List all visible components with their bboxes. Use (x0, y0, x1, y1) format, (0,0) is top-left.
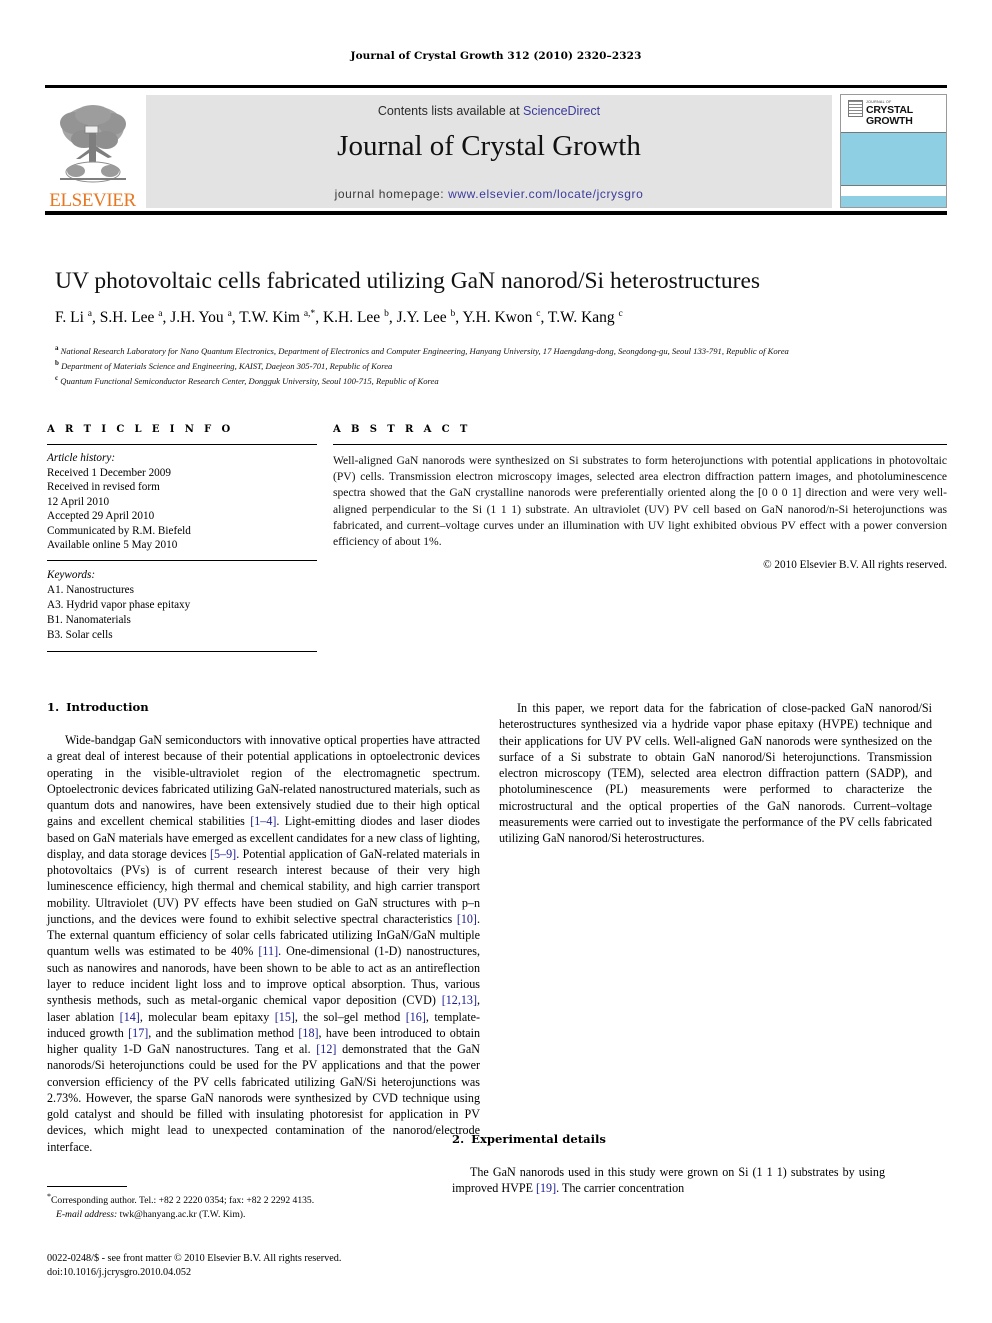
keywords-label: Keywords: (47, 568, 96, 581)
info-abstract-panel: A R T I C L E I N F O Article history: R… (47, 424, 947, 652)
article-history: Article history: Received 1 December 200… (47, 445, 317, 553)
article-history-item: Accepted 29 April 2010 (47, 510, 155, 523)
corresponding-author-footnote: *Corresponding author. Tel.: +82 2 2220 … (47, 1186, 480, 1221)
page-title: UV photovoltaic cells fabricated utilizi… (55, 268, 761, 294)
email-line[interactable]: E-mail address: twk@hanyang.ac.kr (T.W. … (47, 1208, 480, 1222)
elsevier-tree-icon (54, 99, 132, 191)
section-number: 1. (47, 700, 60, 714)
affiliation-item: b Department of Materials Science and En… (55, 358, 945, 373)
cover-title-block: JOURNAL OF CRYSTAL GROWTH (866, 100, 944, 127)
homepage-prefix: journal homepage: (334, 187, 449, 201)
affiliation-text: National Research Laboratory for Nano Qu… (60, 345, 789, 356)
section-number: 2. (452, 1132, 465, 1146)
section-2-block: 2. Experimental details The GaN nanorods … (452, 1132, 885, 1197)
abstract-text: Well-aligned GaN nanorods were synthesiz… (333, 454, 947, 549)
abstract-column: A B S T R A C T Well-aligned GaN nanorod… (317, 424, 947, 652)
article-history-label: Article history: (47, 452, 116, 464)
article-history-item: Received 1 December 2009 (47, 466, 171, 479)
keyword-list: Keywords: A1. Nanostructures A3. Hydrid … (47, 561, 317, 643)
article-info-column: A R T I C L E I N F O Article history: R… (47, 424, 317, 652)
cover-color-band-top (841, 132, 946, 186)
contents-prefix: Contents lists available at (377, 104, 524, 118)
article-info-heading: A R T I C L E I N F O (47, 424, 234, 435)
section-heading-experimental: 2. Experimental details (452, 1132, 885, 1146)
affiliation-list: a National Research Laboratory for Nano … (55, 343, 945, 388)
journal-title: Journal of Crystal Growth (337, 130, 641, 162)
article-history-item: Received in revised form (47, 481, 160, 494)
keyword-item: A3. Hydrid vapor phase epitaxy (47, 598, 191, 611)
affiliation-mark: a (55, 344, 59, 352)
footnote-divider (47, 1186, 127, 1187)
doi-line[interactable]: doi:10.1016/j.jcrysgro.2010.04.052 (47, 1266, 547, 1280)
journal-cover-thumbnail[interactable]: JOURNAL OF CRYSTAL GROWTH (840, 94, 947, 208)
sciencedirect-banner: Contents lists available at ScienceDirec… (146, 95, 832, 208)
paper-page: Journal of Crystal Growth 312 (2010) 232… (0, 0, 992, 1323)
experimental-paragraph-1: The GaN nanorods used in this study were… (452, 1165, 885, 1196)
copyright-notice: © 2010 Elsevier B.V. All rights reserved… (763, 559, 947, 572)
cover-mini-logo-icon (848, 100, 863, 117)
corresponding-author-line: *Corresponding author. Tel.: +82 2 2220 … (47, 1192, 315, 1207)
article-history-item: 12 April 2010 (47, 495, 110, 508)
divider (47, 650, 317, 652)
journal-homepage-link[interactable]: www.elsevier.com/locate/jcrysgro (448, 187, 643, 201)
body-column-right: In this paper, we report data for the fa… (499, 700, 932, 846)
section-title: Introduction (66, 700, 149, 714)
section-heading-introduction: 1. Introduction (47, 700, 480, 714)
affiliation-text: Quantum Functional Semiconductor Researc… (60, 375, 439, 386)
footnote-text: *Corresponding author. Tel.: +82 2 2220 … (47, 1191, 480, 1221)
keyword-item: B1. Nanomaterials (47, 613, 131, 626)
journal-masthead: ELSEVIER Contents lists available at Sci… (45, 85, 947, 215)
body-column-left: 1. Introduction Wide-bandgap GaN semicond… (47, 700, 480, 1155)
cover-title-line2: GROWTH (866, 114, 913, 127)
elsevier-logo: ELSEVIER (45, 91, 140, 211)
affiliation-mark: b (55, 358, 59, 367)
cover-band-gap (841, 186, 946, 196)
issn-line: 0022-0248/$ - see front matter © 2010 El… (47, 1253, 342, 1264)
article-history-item: Available online 5 May 2010 (47, 539, 178, 552)
intro-paragraph-1: Wide-bandgap GaN semiconductors with inn… (47, 733, 481, 1154)
keyword-item: B3. Solar cells (47, 628, 113, 641)
intro-paragraph-2: In this paper, we report data for the fa… (499, 701, 932, 846)
abstract-heading: A B S T R A C T (333, 424, 471, 435)
cover-color-band-bottom (841, 196, 946, 207)
imprint-block: 0022-0248/$ - see front matter © 2010 El… (47, 1252, 547, 1281)
elsevier-wordmark: ELSEVIER (49, 190, 136, 211)
cover-header: JOURNAL OF CRYSTAL GROWTH (841, 95, 946, 132)
article-history-item: Communicated by R.M. Biefeld (47, 524, 191, 537)
affiliation-mark: c (55, 373, 59, 382)
affiliation-item: a National Research Laboratory for Nano … (55, 343, 945, 358)
affiliation-text: Department of Materials Science and Engi… (61, 360, 393, 371)
sciencedirect-link[interactable]: ScienceDirect (523, 104, 600, 118)
section-title: Experimental details (471, 1132, 606, 1146)
keyword-item: A1. Nanostructures (47, 583, 134, 596)
running-head: Journal of Crystal Growth 312 (2010) 232… (350, 50, 642, 62)
affiliation-item: c Quantum Functional Semiconductor Resea… (55, 373, 945, 388)
author-list: F. Li a, S.H. Lee a, J.H. You a, T.W. Ki… (55, 309, 623, 327)
journal-homepage-line: journal homepage: www.elsevier.com/locat… (146, 187, 832, 201)
contents-available-line: Contents lists available at ScienceDirec… (146, 104, 832, 118)
